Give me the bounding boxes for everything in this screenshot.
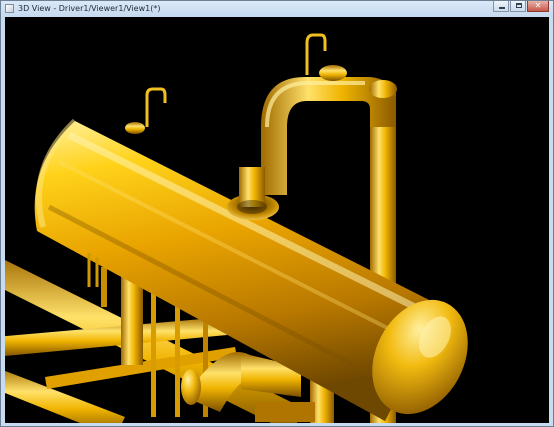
maximize-button[interactable] [510, 1, 526, 12]
piping-model-render[interactable] [5, 17, 549, 423]
window-title: 3D View - Driver1/Viewer1/View1(*) [18, 4, 161, 13]
title-bar[interactable]: 3D View - Driver1/Viewer1/View1(*) ✕ [1, 1, 553, 17]
close-button[interactable]: ✕ [527, 1, 549, 12]
maximize-icon [516, 3, 522, 8]
app-window-icon [5, 4, 14, 13]
viewer-window: 3D View - Driver1/Viewer1/View1(*) ✕ [0, 0, 554, 427]
minimize-icon [499, 7, 505, 9]
minimize-button[interactable] [493, 1, 509, 12]
3d-viewport[interactable] [5, 17, 549, 423]
close-icon: ✕ [534, 1, 542, 10]
caption-buttons: ✕ [493, 1, 549, 12]
